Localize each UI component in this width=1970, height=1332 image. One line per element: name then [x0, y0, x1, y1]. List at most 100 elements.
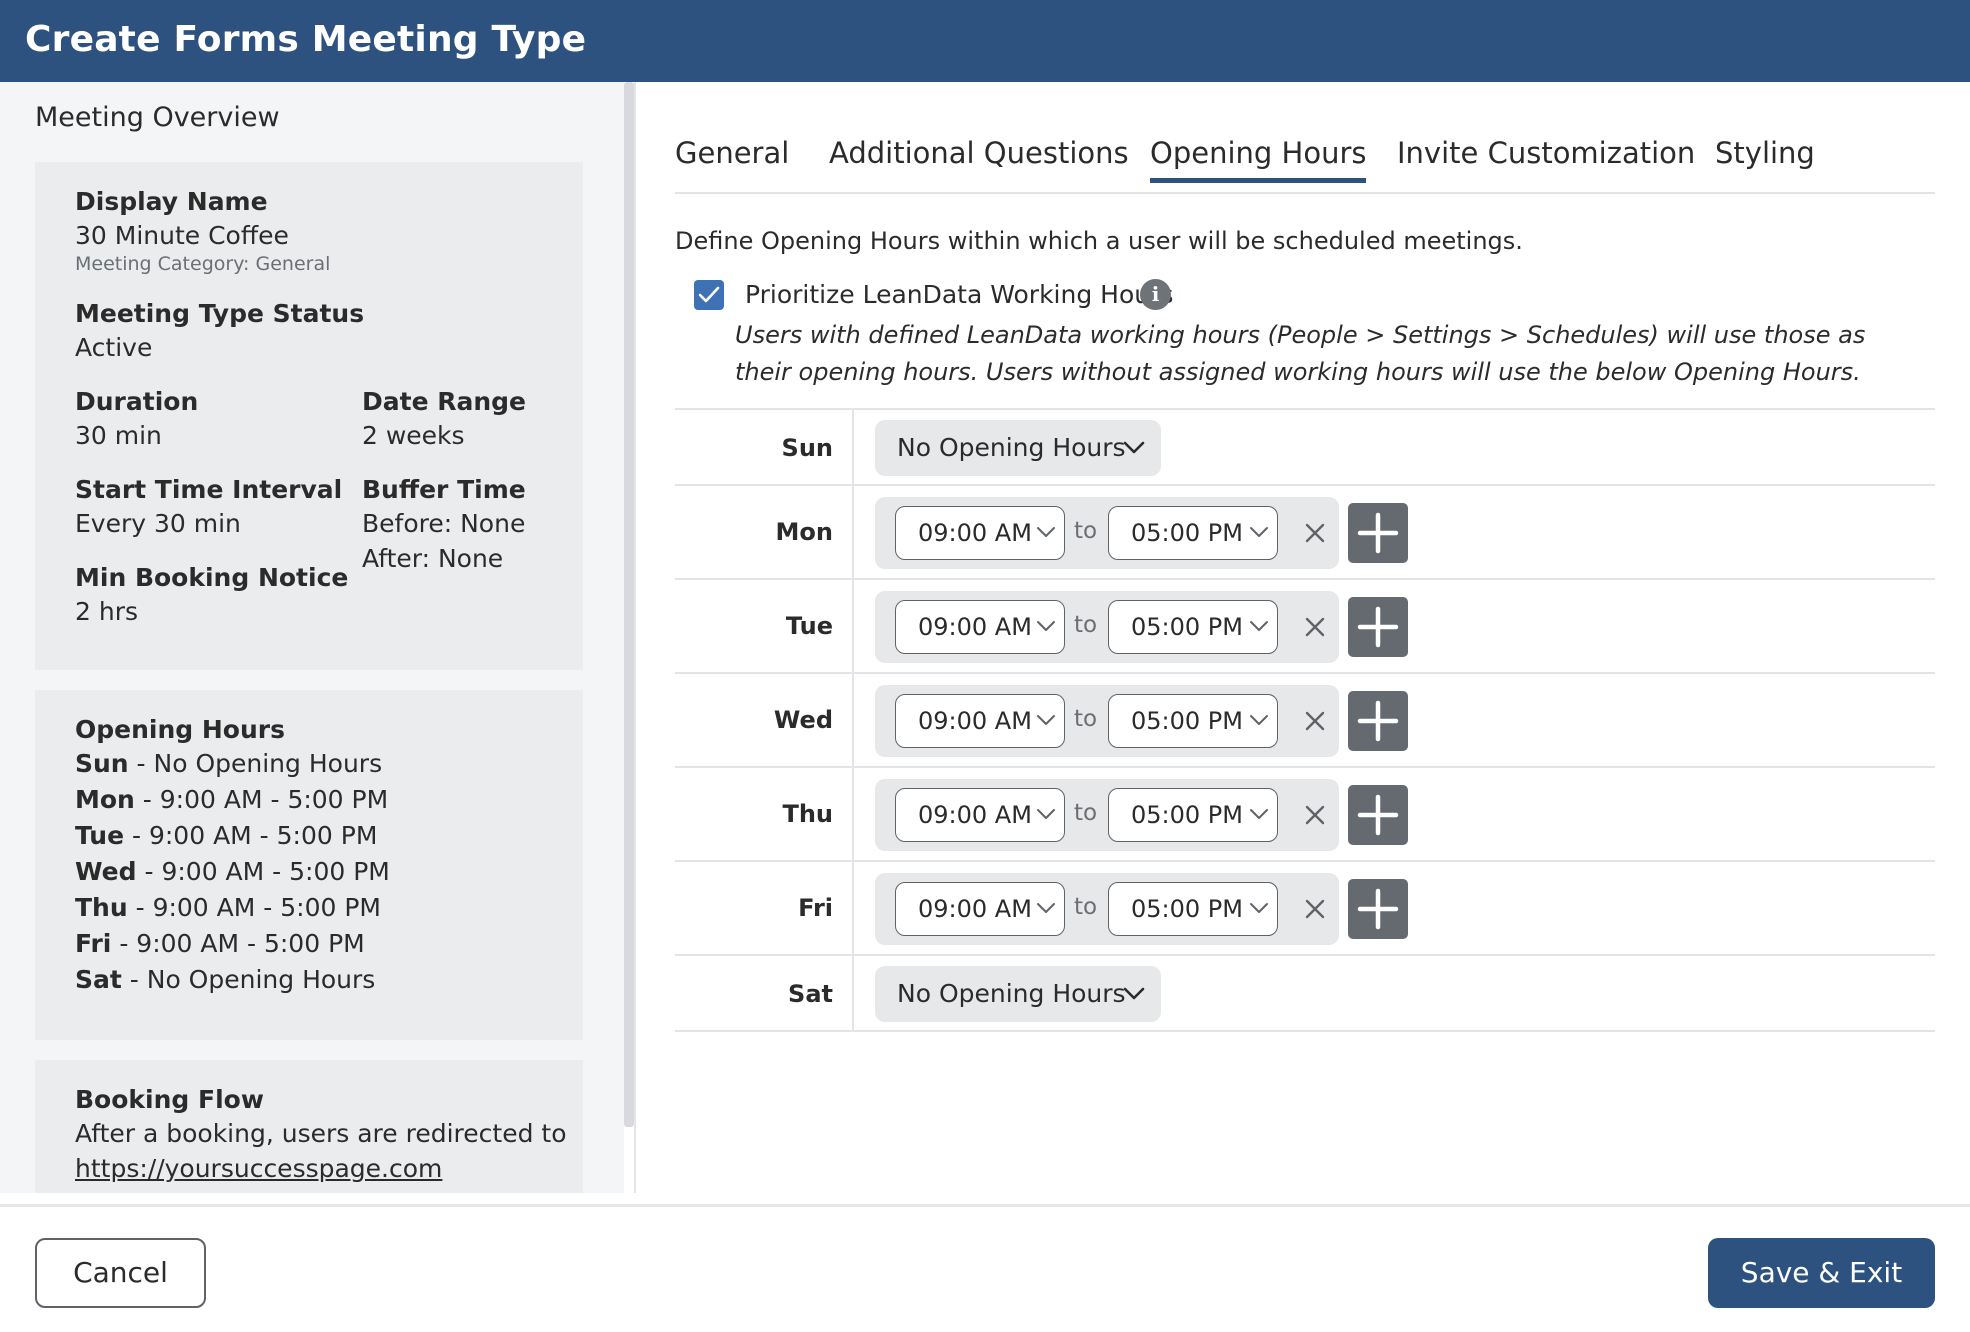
min-notice-value: 2 hrs	[75, 597, 139, 626]
tab-styling[interactable]: Styling	[1715, 136, 1815, 182]
tab-additional-questions[interactable]: Additional Questions	[829, 136, 1129, 182]
overview-card: Display Name 30 Minute Coffee Meeting Ca…	[35, 162, 583, 670]
add-range-button[interactable]	[1348, 879, 1408, 939]
meeting-category: Meeting Category: General	[75, 253, 331, 275]
remove-range-icon[interactable]	[1297, 515, 1333, 551]
plus-icon	[1357, 512, 1399, 554]
thu-end-select[interactable]: 05:00 PM	[1108, 788, 1278, 842]
start-interval-field: Start Time Interval Every 30 min	[75, 475, 342, 541]
buffer-time-field: Buffer Time Before: None After: None	[362, 475, 526, 576]
plus-icon	[1357, 888, 1399, 930]
thu-start-select[interactable]: 09:00 AM	[895, 788, 1065, 842]
day-label-tue: Tue	[785, 612, 833, 640]
remove-range-icon[interactable]	[1297, 609, 1333, 645]
chevron-down-icon	[1123, 420, 1145, 496]
summary-line-mon: Mon - 9:00 AM - 5:00 PM	[75, 785, 389, 814]
status-value: Active	[75, 333, 153, 362]
remove-range-icon[interactable]	[1297, 797, 1333, 833]
sidebar-title: Meeting Overview	[35, 102, 280, 133]
display-name-field: Display Name 30 Minute Coffee Meeting Ca…	[75, 187, 330, 275]
tab-opening-hours[interactable]: Opening Hours	[1150, 136, 1367, 183]
date-range-field: Date Range 2 weeks	[362, 387, 526, 453]
panel-divider	[634, 82, 636, 1193]
to-label: to	[1074, 612, 1098, 638]
add-range-button[interactable]	[1348, 503, 1408, 563]
summary-line-sat: Sat - No Opening Hours	[75, 965, 376, 994]
app-header: Create Forms Meeting Type	[0, 0, 1970, 82]
prioritize-label: Prioritize LeanData Working Hours	[745, 280, 1174, 309]
plus-icon	[1357, 794, 1399, 836]
remove-range-icon[interactable]	[1297, 703, 1333, 739]
tab-invite-customization[interactable]: Invite Customization	[1397, 136, 1695, 182]
duration-field: Duration 30 min	[75, 387, 198, 453]
min-notice-field: Min Booking Notice 2 hrs	[75, 563, 348, 629]
mon-end-select[interactable]: 05:00 PM	[1108, 506, 1278, 560]
success-page-link[interactable]: https://yoursuccesspage.com	[75, 1151, 567, 1186]
summary-line-wed: Wed - 9:00 AM - 5:00 PM	[75, 857, 390, 886]
sun-hours-value: No Opening Hours	[897, 433, 1126, 462]
tue-time-range: 09:00 AM to 05:00 PM	[875, 591, 1339, 663]
add-range-button[interactable]	[1348, 691, 1408, 751]
fri-end-select[interactable]: 05:00 PM	[1108, 882, 1278, 936]
footer-divider	[0, 1204, 1970, 1207]
tue-start-select[interactable]: 09:00 AM	[895, 600, 1065, 654]
opening-hours-description: Define Opening Hours within which a user…	[675, 227, 1523, 255]
day-label-thu: Thu	[782, 800, 833, 828]
fri-start-select[interactable]: 09:00 AM	[895, 882, 1065, 936]
chevron-down-icon	[1249, 883, 1269, 953]
summary-line-thu: Thu - 9:00 AM - 5:00 PM	[75, 893, 381, 922]
checkmark-icon	[698, 286, 720, 303]
chevron-down-icon	[1036, 507, 1056, 577]
hours-row-tue: Tue 09:00 AM to 05:00 PM	[675, 580, 1935, 674]
sidebar-scrollbar[interactable]	[624, 82, 634, 1127]
summary-line-tue: Tue - 9:00 AM - 5:00 PM	[75, 821, 378, 850]
remove-range-icon[interactable]	[1297, 891, 1333, 927]
tab-general[interactable]: General	[675, 136, 789, 182]
buffer-before: Before: None	[362, 509, 526, 538]
prioritize-checkbox[interactable]	[694, 280, 724, 310]
hours-row-sun: Sun No Opening Hours	[675, 410, 1935, 486]
info-icon[interactable]: i	[1140, 279, 1171, 310]
date-range-label: Date Range	[362, 387, 527, 416]
add-range-button[interactable]	[1348, 597, 1408, 657]
tue-end-select[interactable]: 05:00 PM	[1108, 600, 1278, 654]
plus-icon	[1357, 606, 1399, 648]
display-name-label: Display Name	[75, 187, 268, 216]
booking-flow-field: Booking Flow After a booking, users are …	[75, 1085, 567, 1186]
save-exit-button[interactable]: Save & Exit	[1708, 1238, 1935, 1308]
booking-flow-card: Booking Flow After a booking, users are …	[35, 1060, 583, 1193]
chevron-down-icon	[1036, 789, 1056, 859]
hours-row-mon: Mon 09:00 AM to 05:00 PM	[675, 486, 1935, 580]
mon-start-select[interactable]: 09:00 AM	[895, 506, 1065, 560]
hours-row-sat: Sat No Opening Hours	[675, 956, 1935, 1032]
thu-time-range: 09:00 AM to 05:00 PM	[875, 779, 1339, 851]
min-notice-label: Min Booking Notice	[75, 563, 349, 592]
hours-row-wed: Wed 09:00 AM to 05:00 PM	[675, 674, 1935, 768]
opening-hours-table: Sun No Opening Hours Mon 09:00 AM to 05:…	[675, 408, 1935, 1032]
sat-hours-dropdown[interactable]: No Opening Hours	[875, 966, 1161, 1022]
wed-end-select[interactable]: 05:00 PM	[1108, 694, 1278, 748]
day-label-mon: Mon	[775, 518, 833, 546]
status-field: Meeting Type Status Active	[75, 299, 364, 365]
wed-start-select[interactable]: 09:00 AM	[895, 694, 1065, 748]
hours-row-thu: Thu 09:00 AM to 05:00 PM	[675, 768, 1935, 862]
booking-flow-label: Booking Flow	[75, 1085, 264, 1114]
add-range-button[interactable]	[1348, 785, 1408, 845]
sun-hours-dropdown[interactable]: No Opening Hours	[875, 420, 1161, 476]
sat-hours-value: No Opening Hours	[897, 979, 1126, 1008]
status-label: Meeting Type Status	[75, 299, 365, 328]
cancel-button[interactable]: Cancel	[35, 1238, 206, 1308]
wed-time-range: 09:00 AM to 05:00 PM	[875, 685, 1339, 757]
day-label-wed: Wed	[773, 706, 833, 734]
fri-time-range: 09:00 AM to 05:00 PM	[875, 873, 1339, 945]
to-label: to	[1074, 706, 1098, 732]
chevron-down-icon	[1036, 695, 1056, 765]
opening-hours-summary-card: Opening Hours Sun - No Opening Hours Mon…	[35, 690, 583, 1040]
to-label: to	[1074, 518, 1098, 544]
buffer-after: After: None	[362, 544, 504, 573]
opening-hours-summary-label: Opening Hours	[75, 715, 285, 744]
to-label: to	[1074, 800, 1098, 826]
day-label-fri: Fri	[798, 894, 833, 922]
plus-icon	[1357, 700, 1399, 742]
duration-value: 30 min	[75, 421, 162, 450]
